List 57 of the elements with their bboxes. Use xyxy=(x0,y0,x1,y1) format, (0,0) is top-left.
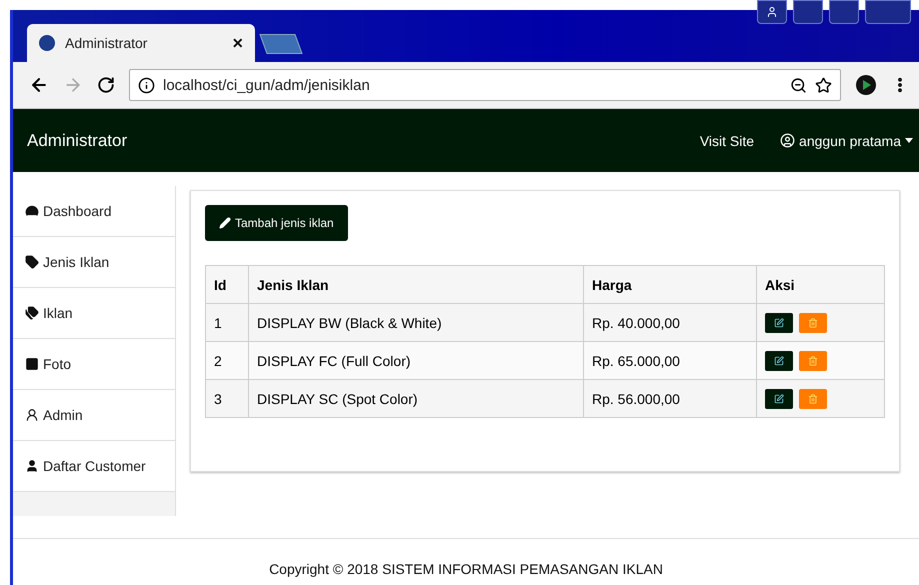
info-icon xyxy=(138,76,155,94)
back-icon[interactable] xyxy=(29,75,49,95)
edit-icon xyxy=(774,318,784,328)
minimize-button[interactable] xyxy=(793,0,823,24)
user-menu[interactable]: anggun pratama xyxy=(780,132,913,148)
maximize-button[interactable] xyxy=(829,0,859,24)
sidebar-item[interactable]: Daftar Customer xyxy=(13,441,175,492)
pencil-icon xyxy=(219,217,231,229)
copyright-text: Copyright © 2018 SISTEM INFORMASI PEMASANGAN IKLAN xyxy=(269,561,663,577)
sidebar-item[interactable]: Admin xyxy=(13,390,175,441)
column-header: Aksi xyxy=(756,266,884,304)
sidebar-item[interactable]: Iklan xyxy=(13,288,175,339)
user-icon xyxy=(780,133,796,148)
edit-button[interactable] xyxy=(765,350,793,370)
edit-icon xyxy=(774,356,784,366)
sidebar-item[interactable]: Dashboard xyxy=(13,186,175,237)
edit-button[interactable] xyxy=(765,312,793,332)
sidebar-item[interactable]: Jenis Iklan xyxy=(13,237,175,288)
table-cell: DISPLAY BW (Black & White) xyxy=(248,304,584,342)
table-cell: Rp. 65.000,00 xyxy=(584,342,756,380)
table-cell: 2 xyxy=(206,342,248,380)
tab-close-button[interactable]: × xyxy=(232,32,243,54)
table-cell: 1 xyxy=(206,304,248,342)
close-button[interactable] xyxy=(865,0,911,24)
table-cell: Rp. 56.000,00 xyxy=(584,380,756,418)
user-icon xyxy=(25,459,39,473)
sidebar-item[interactable]: Foto xyxy=(13,339,175,390)
tag-icon xyxy=(25,255,39,269)
user-icon xyxy=(766,6,778,18)
bookmark-star-icon[interactable] xyxy=(815,76,832,94)
browser-tab[interactable]: Administrator × xyxy=(27,24,255,62)
trash-icon xyxy=(808,394,818,404)
add-button[interactable]: Tambah jenis iklan xyxy=(205,205,348,241)
tags-icon xyxy=(25,306,39,320)
edit-icon xyxy=(774,394,784,404)
column-header: Jenis Iklan xyxy=(248,266,584,304)
table-cell: Rp. 40.000,00 xyxy=(584,304,756,342)
zoom-out-icon[interactable] xyxy=(790,76,807,94)
column-header: Id xyxy=(206,266,248,304)
profile-button[interactable] xyxy=(757,0,787,24)
extension-icon[interactable] xyxy=(855,74,877,96)
url-text: localhost/ci_gun/adm/jenisiklan xyxy=(163,76,371,94)
edit-button[interactable] xyxy=(765,388,793,408)
table-cell: DISPLAY FC (Full Color) xyxy=(248,342,584,380)
table-cell: 3 xyxy=(206,380,248,418)
table-cell: DISPLAY SC (Spot Color) xyxy=(248,380,584,418)
reload-icon[interactable] xyxy=(97,76,115,94)
column-header: Harga xyxy=(584,266,756,304)
trash-icon xyxy=(808,318,818,328)
trash-icon xyxy=(808,356,818,366)
brand-title[interactable]: Administrator xyxy=(27,130,674,150)
nav-link[interactable]: Visit Site xyxy=(700,132,754,148)
user-icon xyxy=(25,408,39,422)
address-bar[interactable]: localhost/ci_gun/adm/jenisiklan xyxy=(129,69,841,101)
tab-title: Administrator xyxy=(65,35,148,51)
caret-icon xyxy=(905,138,913,143)
favicon-icon xyxy=(39,35,55,51)
